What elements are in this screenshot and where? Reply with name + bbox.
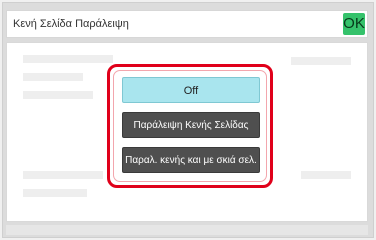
page-title: Κενή Σελίδα Παράλειψη: [13, 18, 129, 30]
background-placeholder: [23, 189, 87, 197]
background-placeholder: [301, 171, 351, 179]
ok-button[interactable]: OK: [343, 13, 365, 35]
background-placeholder: [23, 91, 93, 99]
option-skip-blank-page-button[interactable]: Παράλειψη Κενής Σελίδας: [122, 112, 260, 138]
option-off-button[interactable]: Off: [122, 77, 260, 103]
background-placeholder: [23, 73, 83, 81]
background-placeholder: [23, 171, 103, 179]
background-placeholder: [291, 57, 351, 65]
option-skip-blank-and-shadow-button[interactable]: Παραλ. κενής και με σκιά σελ.: [122, 147, 260, 173]
header-bar: Κενή Σελίδα Παράλειψη OK: [6, 10, 368, 38]
background-placeholder: [23, 55, 113, 63]
blank-page-skip-options-dialog: Off Παράλειψη Κενής Σελίδας Παραλ. κενής…: [107, 64, 273, 188]
bottom-bar: [6, 225, 368, 235]
